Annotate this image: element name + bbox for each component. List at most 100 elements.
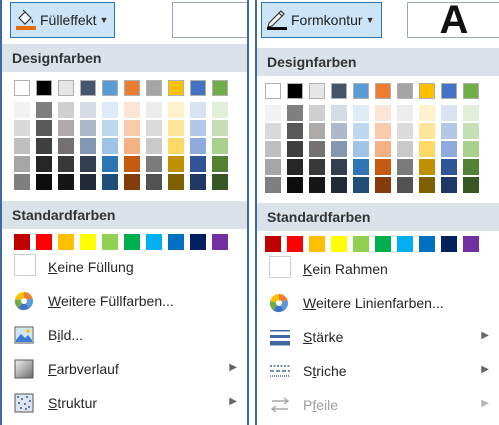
menu-item[interactable]: Weitere Füllfarben... bbox=[2, 284, 247, 318]
color-swatch[interactable] bbox=[397, 123, 413, 139]
color-swatch[interactable] bbox=[212, 174, 228, 190]
standard-color-swatch[interactable] bbox=[309, 236, 325, 252]
color-swatch[interactable] bbox=[397, 105, 413, 121]
color-swatch[interactable] bbox=[14, 80, 30, 96]
color-swatch[interactable] bbox=[463, 159, 479, 175]
menu-item[interactable]: Keine Füllung bbox=[2, 250, 247, 284]
color-swatch[interactable] bbox=[168, 120, 184, 136]
color-swatch[interactable] bbox=[58, 174, 74, 190]
color-swatch[interactable] bbox=[353, 177, 369, 193]
color-swatch[interactable] bbox=[190, 102, 206, 118]
color-swatch[interactable] bbox=[36, 102, 52, 118]
color-swatch[interactable] bbox=[146, 138, 162, 154]
standard-color-swatch[interactable] bbox=[331, 236, 347, 252]
color-swatch[interactable] bbox=[212, 80, 228, 96]
color-swatch[interactable] bbox=[397, 141, 413, 157]
color-swatch[interactable] bbox=[463, 177, 479, 193]
color-swatch[interactable] bbox=[168, 102, 184, 118]
menu-item[interactable]: Stärke ▶ bbox=[257, 320, 499, 354]
color-swatch[interactable] bbox=[212, 138, 228, 154]
color-swatch[interactable] bbox=[397, 83, 413, 99]
color-swatch[interactable] bbox=[265, 105, 281, 121]
menu-item[interactable]: Farbverlauf ▶ bbox=[2, 352, 247, 386]
color-swatch[interactable] bbox=[353, 141, 369, 157]
standard-color-swatch[interactable] bbox=[190, 234, 206, 250]
color-swatch[interactable] bbox=[441, 105, 457, 121]
menu-item[interactable]: Kein Rahmen bbox=[257, 252, 499, 286]
color-swatch[interactable] bbox=[265, 141, 281, 157]
color-swatch[interactable] bbox=[287, 123, 303, 139]
color-swatch[interactable] bbox=[58, 156, 74, 172]
color-swatch[interactable] bbox=[419, 123, 435, 139]
color-swatch[interactable] bbox=[80, 156, 96, 172]
color-swatch[interactable] bbox=[146, 102, 162, 118]
color-swatch[interactable] bbox=[331, 177, 347, 193]
color-swatch[interactable] bbox=[168, 156, 184, 172]
color-swatch[interactable] bbox=[80, 120, 96, 136]
color-swatch[interactable] bbox=[36, 174, 52, 190]
color-swatch[interactable] bbox=[441, 177, 457, 193]
color-swatch[interactable] bbox=[124, 174, 140, 190]
color-swatch[interactable] bbox=[102, 174, 118, 190]
standard-color-swatch[interactable] bbox=[419, 236, 435, 252]
color-swatch[interactable] bbox=[265, 83, 281, 99]
color-swatch[interactable] bbox=[419, 83, 435, 99]
menu-item[interactable]: Weitere Linienfarben... bbox=[257, 286, 499, 320]
color-swatch[interactable] bbox=[463, 105, 479, 121]
color-swatch[interactable] bbox=[419, 141, 435, 157]
color-swatch[interactable] bbox=[80, 138, 96, 154]
color-swatch[interactable] bbox=[190, 120, 206, 136]
color-swatch[interactable] bbox=[146, 156, 162, 172]
color-swatch[interactable] bbox=[353, 159, 369, 175]
color-swatch[interactable] bbox=[102, 120, 118, 136]
standard-color-swatch[interactable] bbox=[463, 236, 479, 252]
standard-color-swatch[interactable] bbox=[212, 234, 228, 250]
color-swatch[interactable] bbox=[353, 123, 369, 139]
color-swatch[interactable] bbox=[168, 138, 184, 154]
color-swatch[interactable] bbox=[375, 141, 391, 157]
color-swatch[interactable] bbox=[375, 159, 391, 175]
color-swatch[interactable] bbox=[102, 156, 118, 172]
color-swatch[interactable] bbox=[146, 120, 162, 136]
color-swatch[interactable] bbox=[441, 159, 457, 175]
standard-color-swatch[interactable] bbox=[353, 236, 369, 252]
standard-color-swatch[interactable] bbox=[287, 236, 303, 252]
color-swatch[interactable] bbox=[353, 105, 369, 121]
color-swatch[interactable] bbox=[441, 141, 457, 157]
color-swatch[interactable] bbox=[14, 156, 30, 172]
color-swatch[interactable] bbox=[441, 83, 457, 99]
color-swatch[interactable] bbox=[331, 123, 347, 139]
standard-color-swatch[interactable] bbox=[102, 234, 118, 250]
color-swatch[interactable] bbox=[168, 174, 184, 190]
color-swatch[interactable] bbox=[14, 138, 30, 154]
standard-color-swatch[interactable] bbox=[124, 234, 140, 250]
color-swatch[interactable] bbox=[102, 80, 118, 96]
color-swatch[interactable] bbox=[375, 105, 391, 121]
color-swatch[interactable] bbox=[190, 138, 206, 154]
color-swatch[interactable] bbox=[212, 156, 228, 172]
color-swatch[interactable] bbox=[58, 120, 74, 136]
standard-color-swatch[interactable] bbox=[146, 234, 162, 250]
standard-color-swatch[interactable] bbox=[441, 236, 457, 252]
color-swatch[interactable] bbox=[309, 159, 325, 175]
color-swatch[interactable] bbox=[331, 159, 347, 175]
color-swatch[interactable] bbox=[190, 156, 206, 172]
color-swatch[interactable] bbox=[463, 83, 479, 99]
color-swatch[interactable] bbox=[80, 80, 96, 96]
color-swatch[interactable] bbox=[190, 174, 206, 190]
color-swatch[interactable] bbox=[265, 177, 281, 193]
color-swatch[interactable] bbox=[309, 83, 325, 99]
color-swatch[interactable] bbox=[36, 120, 52, 136]
color-swatch[interactable] bbox=[265, 123, 281, 139]
menu-item[interactable]: Struktur ▶ bbox=[2, 386, 247, 420]
color-swatch[interactable] bbox=[80, 102, 96, 118]
color-swatch[interactable] bbox=[102, 102, 118, 118]
color-swatch[interactable] bbox=[36, 138, 52, 154]
standard-color-swatch[interactable] bbox=[14, 234, 30, 250]
color-swatch[interactable] bbox=[168, 80, 184, 96]
color-swatch[interactable] bbox=[212, 102, 228, 118]
color-swatch[interactable] bbox=[287, 159, 303, 175]
color-swatch[interactable] bbox=[124, 120, 140, 136]
color-swatch[interactable] bbox=[287, 105, 303, 121]
color-swatch[interactable] bbox=[58, 80, 74, 96]
